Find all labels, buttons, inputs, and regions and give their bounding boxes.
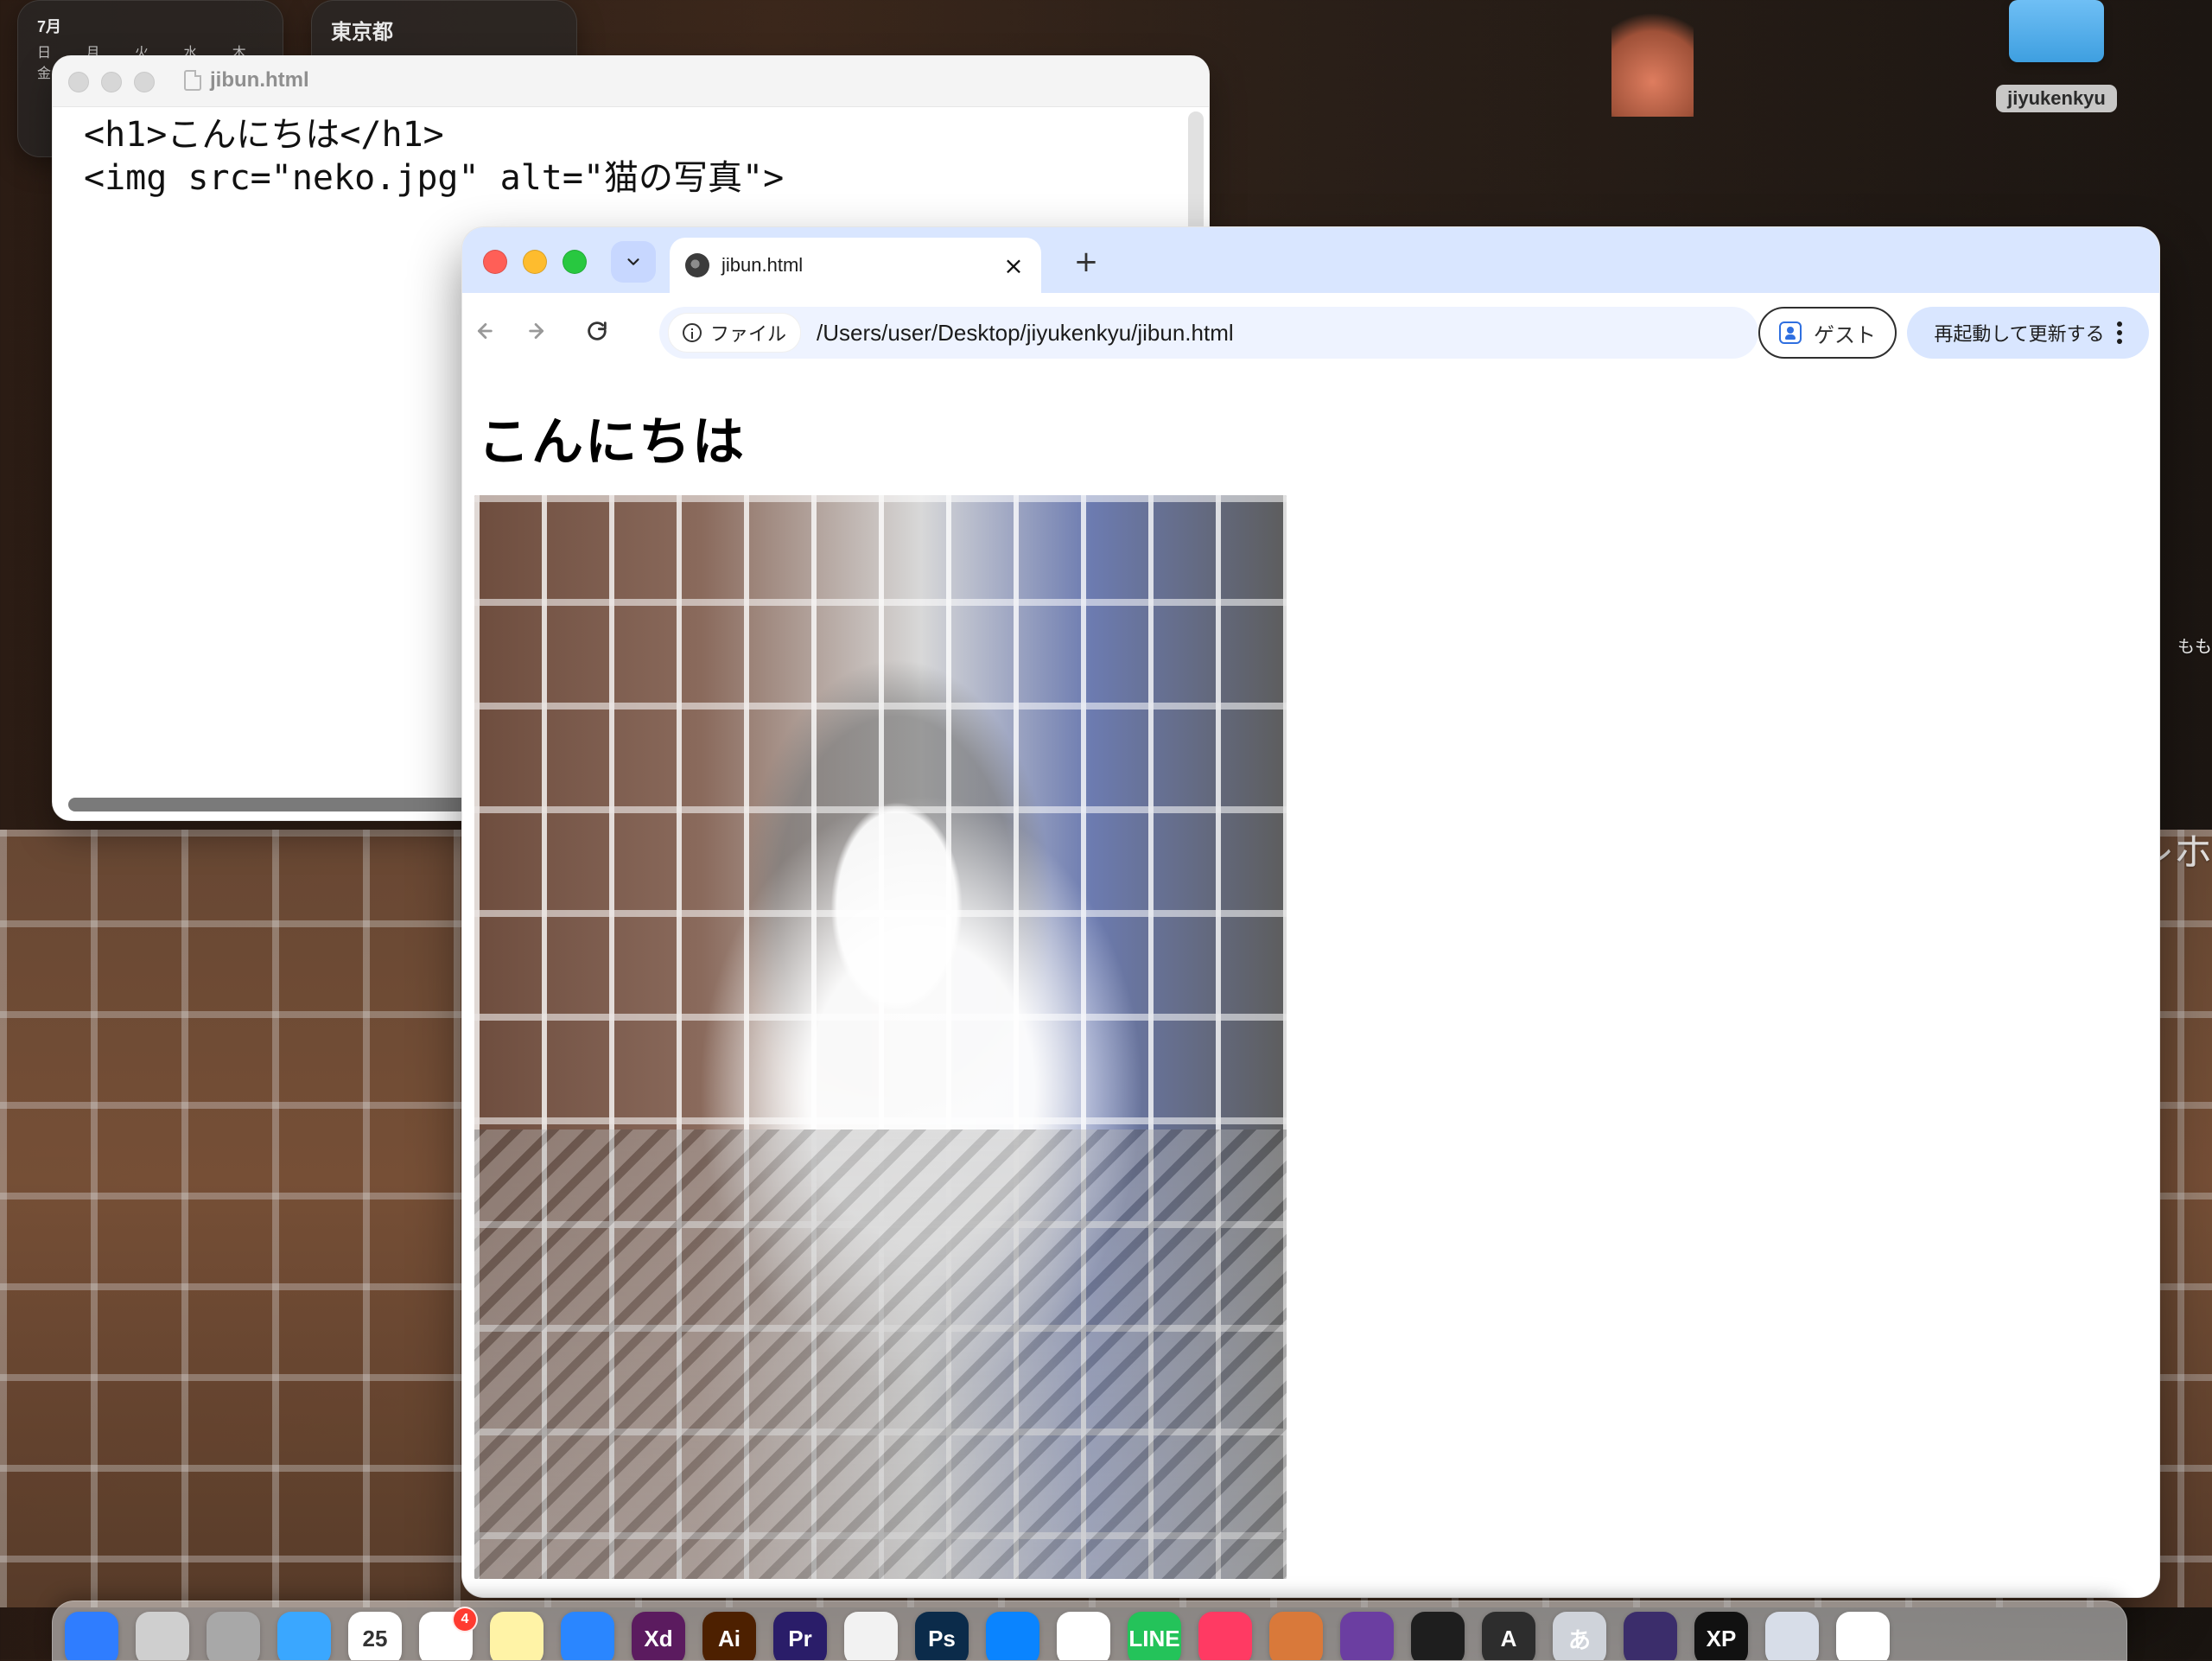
code-line-2[interactable]: <img src="neko.jpg" alt="猫の写真"> (84, 156, 1174, 200)
dock-app-notebook[interactable] (1836, 1612, 1890, 1660)
chevron-down-icon (627, 258, 639, 265)
dock-app-reminders[interactable]: 4 (419, 1607, 478, 1660)
new-tab-button[interactable]: + (1067, 243, 1105, 281)
dock-app-input[interactable]: あ (1553, 1612, 1606, 1660)
dock-app-photoshop[interactable]: Ps (915, 1612, 969, 1660)
dock-app-app-store[interactable] (561, 1612, 614, 1660)
reload-icon (588, 321, 607, 340)
browser-window[interactable]: jibun.html × + ファイル /Users/user/Desktop/… (461, 226, 2160, 1598)
editor-titlebar[interactable]: jibun.html (53, 56, 1209, 107)
dock[interactable]: 25 4 Xd Ai Pr Ps LINE A あ XP (52, 1601, 2127, 1661)
dock-badge: 4 (452, 1607, 478, 1632)
calendar-widget-title: 7月 (37, 18, 62, 35)
editor-zoom-dot[interactable] (134, 72, 155, 92)
dock-icons[interactable]: 25 4 Xd Ai Pr Ps LINE A あ XP (65, 1607, 1890, 1660)
dock-app-chrome[interactable] (844, 1612, 898, 1660)
address-bar[interactable]: ファイル /Users/user/Desktop/jiyukenkyu/jibu… (659, 307, 1758, 359)
page-content[interactable]: こんにちは (462, 369, 2159, 1597)
editor-close-dot[interactable] (68, 72, 89, 92)
browser-toolbar[interactable]: ファイル /Users/user/Desktop/jiyukenkyu/jibu… (462, 293, 2159, 370)
guest-label: ゲスト (1814, 323, 1876, 347)
back-arrow-icon (477, 323, 493, 339)
address-bar-url[interactable]: /Users/user/Desktop/jiyukenkyu/jibun.htm… (817, 320, 1234, 347)
dock-app-bot[interactable] (1765, 1612, 1819, 1660)
tab-jibun[interactable]: jibun.html × (670, 238, 1041, 293)
guest-profile-button[interactable]: ゲスト (1758, 307, 1897, 359)
dock-app-launchpad[interactable] (136, 1612, 189, 1660)
folder-icon[interactable] (2009, 0, 2104, 62)
cat-photo (474, 495, 1287, 1579)
weather-widget-title: 東京都 (331, 21, 393, 44)
profile-icon (1779, 321, 1802, 344)
dock-app-claude[interactable] (1269, 1612, 1323, 1660)
site-info-chip[interactable]: ファイル (668, 313, 802, 353)
reload-button[interactable] (576, 310, 618, 352)
folder-label[interactable]: jiyukenkyu (1996, 85, 2117, 112)
tab-title: jibun.html (721, 254, 804, 276)
forward-arrow-icon (529, 323, 544, 339)
dock-app-line[interactable]: LINE (1128, 1612, 1181, 1660)
more-options-icon (2116, 321, 2122, 344)
dock-app-mail[interactable] (277, 1612, 331, 1660)
dock-app-calendar[interactable]: 25 (348, 1612, 402, 1660)
info-icon (683, 323, 702, 342)
dock-app-vs-code[interactable] (986, 1612, 1039, 1660)
dock-app-adobe-xd[interactable]: Xd (632, 1612, 685, 1660)
dock-app-settings[interactable] (207, 1612, 260, 1660)
browser-minimize-button[interactable] (523, 250, 547, 274)
dock-app-aspect[interactable]: A (1482, 1612, 1535, 1660)
editor-title-text: jibun.html (210, 68, 309, 92)
dock-app-obsidian[interactable] (1624, 1612, 1677, 1660)
file-icon (184, 70, 201, 91)
dock-app-xppen[interactable]: XP (1694, 1612, 1748, 1660)
update-button[interactable]: 再起動して更新する (1907, 307, 2149, 359)
editor-traffic-lights[interactable] (68, 72, 155, 92)
browser-traffic-lights[interactable] (483, 250, 587, 274)
dock-app-creative-cloud[interactable] (1198, 1612, 1252, 1660)
desktop-right-snippet-top: もも (2177, 638, 2212, 657)
tab-search-button[interactable] (611, 241, 656, 283)
dock-app-illustrator[interactable]: Ai (702, 1612, 756, 1660)
browser-tab-bar[interactable]: jibun.html × + (462, 227, 2159, 293)
dock-app-slack[interactable] (1057, 1612, 1110, 1660)
site-info-chip-label: ファイル (710, 323, 787, 345)
editor-title: jibun.html (184, 68, 309, 92)
dock-app-finder[interactable] (65, 1612, 118, 1660)
page-heading: こんにちは (478, 412, 746, 473)
dock-app-github-desktop[interactable] (1340, 1612, 1394, 1660)
update-label: 再起動して更新する (1934, 323, 2105, 345)
editor-minimize-dot[interactable] (101, 72, 122, 92)
dock-app-premiere[interactable]: Pr (773, 1612, 827, 1660)
close-tab-icon[interactable]: × (1001, 251, 1026, 280)
browser-zoom-button[interactable] (563, 250, 587, 274)
forward-button[interactable] (518, 310, 559, 352)
code-line-1[interactable]: <h1>こんにちは</h1> (84, 113, 1174, 156)
browser-close-button[interactable] (483, 250, 507, 274)
back-button[interactable] (462, 310, 504, 352)
globe-icon (685, 253, 709, 277)
dock-app-figma[interactable] (1411, 1612, 1465, 1660)
desktop-lamp (1611, 0, 1694, 117)
dock-app-notes[interactable] (490, 1612, 543, 1660)
